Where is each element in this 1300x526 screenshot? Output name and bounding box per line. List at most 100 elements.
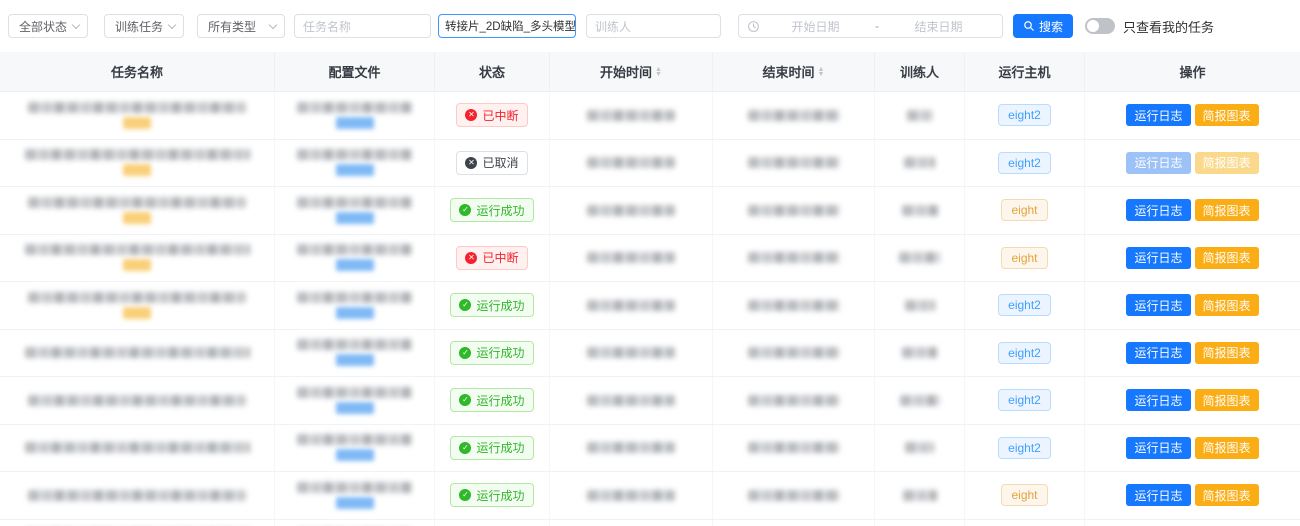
- redacted-config-link: [336, 259, 374, 271]
- trainer-input[interactable]: 训练人: [586, 14, 721, 38]
- run-log-button[interactable]: 运行日志: [1126, 294, 1190, 316]
- column-header-7: 运行主机: [965, 52, 1085, 91]
- report-chart-button[interactable]: 简报图表: [1195, 342, 1259, 364]
- trainer-cell: [875, 472, 965, 519]
- redacted-trainer-name: [903, 490, 937, 501]
- close-circle-icon: ✕: [465, 252, 477, 264]
- host-cell: eight2: [965, 377, 1085, 424]
- redacted-task-name: [25, 442, 250, 453]
- end-time-cell: [713, 377, 875, 424]
- start-time-cell: [550, 472, 713, 519]
- run-log-button[interactable]: 运行日志: [1126, 484, 1190, 506]
- date-range-picker[interactable]: 开始日期 - 结束日期: [738, 14, 1003, 38]
- chevron-down-icon: [269, 20, 277, 28]
- table-row: ✕已中断 eight2 运行日志简报图表: [0, 92, 1300, 140]
- redacted-config-name: [297, 387, 412, 398]
- host-cell: eight2: [965, 330, 1085, 377]
- check-circle-icon: ✓: [459, 442, 471, 454]
- report-chart-button[interactable]: 简报图表: [1195, 199, 1259, 221]
- category-filter-select[interactable]: 所有类型: [197, 14, 285, 38]
- status-badge: ✕已中断: [456, 246, 527, 270]
- table-row: ✓运行成功eight2运行日志简报图表: [0, 330, 1300, 378]
- task-type-filter-select[interactable]: 训练任务: [104, 14, 184, 38]
- run-log-button[interactable]: 运行日志: [1126, 247, 1190, 269]
- run-log-button[interactable]: 运行日志: [1126, 104, 1190, 126]
- redacted-config-name: [297, 292, 412, 303]
- column-header-5[interactable]: 结束时间▲▼: [713, 52, 875, 91]
- redacted-trainer-name: [899, 252, 940, 263]
- table-row: ✓运行成功eight运行日志简报图表: [0, 472, 1300, 520]
- task-type-filter-value: 训练任务: [115, 18, 163, 35]
- status-badge: ✓ 运行成功: [450, 436, 533, 460]
- run-log-button[interactable]: 运行日志: [1126, 437, 1190, 459]
- actions-cell: 运行日志简报图表: [1085, 377, 1300, 424]
- table-row: ✓运行成功eight2运行日志简报图表: [0, 282, 1300, 330]
- redacted-task-name: [28, 197, 246, 208]
- config-file-cell: [275, 282, 435, 329]
- run-log-button[interactable]: 运行日志: [1126, 199, 1190, 221]
- redacted-config-link: [336, 307, 374, 319]
- actions-cell: 运行日志简报图表: [1085, 282, 1300, 329]
- redacted-end-time: [748, 300, 840, 311]
- report-chart-button[interactable]: 简报图表: [1195, 104, 1259, 126]
- config-file-cell: [275, 92, 435, 139]
- config-file-cell: [275, 520, 435, 526]
- start-date-field[interactable]: 开始日期: [760, 18, 871, 35]
- actions-cell: 运行日志简报图表: [1085, 472, 1300, 519]
- task-name-cell: [0, 377, 275, 424]
- task-name-input[interactable]: 任务名称: [294, 14, 431, 38]
- redacted-task-name: [28, 395, 246, 406]
- start-time-cell: [550, 140, 713, 187]
- config-file-cell: [275, 330, 435, 377]
- report-chart-button[interactable]: 简报图表: [1195, 247, 1259, 269]
- end-time-cell: [713, 140, 875, 187]
- config-file-cell: [275, 140, 435, 187]
- redacted-end-time: [748, 442, 840, 453]
- actions-cell: 运行日志简报图表: [1085, 92, 1300, 139]
- start-time-cell: [550, 92, 713, 139]
- run-log-button[interactable]: 运行日志: [1126, 342, 1190, 364]
- status-badge: ✕已中断: [456, 103, 527, 127]
- host-tag: eight2: [998, 389, 1051, 411]
- task-name-cell: [0, 425, 275, 472]
- redacted-config-link: [336, 497, 374, 509]
- search-button[interactable]: 搜索: [1013, 14, 1073, 38]
- host-tag: eight2: [998, 342, 1051, 364]
- report-chart-button[interactable]: 简报图表: [1195, 294, 1259, 316]
- column-header-label: 结束时间: [763, 62, 815, 81]
- status-cell: ✕已中断: [435, 92, 550, 139]
- column-header-4[interactable]: 开始时间▲▼: [550, 52, 713, 91]
- my-tasks-toggle[interactable]: [1085, 18, 1115, 34]
- sort-icon[interactable]: ▲▼: [655, 67, 662, 77]
- host-cell: eight2: [965, 425, 1085, 472]
- task-name-placeholder: 任务名称: [303, 18, 351, 35]
- task-name-cell: [0, 140, 275, 187]
- status-label: 运行成功: [476, 439, 524, 456]
- redacted-task-tag: [123, 164, 151, 176]
- report-chart-button[interactable]: 简报图表: [1195, 389, 1259, 411]
- status-cell: ✓ 运行成功: [435, 425, 550, 472]
- column-header-label: 开始时间: [600, 62, 652, 81]
- run-log-button[interactable]: 运行日志: [1126, 389, 1190, 411]
- end-date-field[interactable]: 结束日期: [883, 18, 994, 35]
- status-cell: ✓运行成功: [435, 187, 550, 234]
- redacted-task-tag: [123, 117, 151, 129]
- task-table: 任务名称配置文件状态开始时间▲▼结束时间▲▼训练人运行主机操作 ✕已中断eigh…: [0, 52, 1300, 526]
- report-chart-button[interactable]: 简报图表: [1195, 484, 1259, 506]
- start-time-cell: [550, 377, 713, 424]
- redacted-config-link: [336, 117, 374, 129]
- host-tag: eight2: [998, 104, 1051, 126]
- trainer-cell: [875, 187, 965, 234]
- redacted-task-name: [28, 102, 246, 113]
- redacted-task-name: [28, 292, 246, 303]
- my-tasks-toggle-label: 只查看我的任务: [1123, 17, 1214, 36]
- status-filter-select[interactable]: 全部状态: [8, 14, 88, 38]
- sort-icon[interactable]: ▲▼: [818, 67, 825, 77]
- host-cell: eight: [965, 520, 1085, 526]
- config-file-cell: [275, 425, 435, 472]
- task-name-cell: [0, 187, 275, 234]
- report-chart-button[interactable]: 简报图表: [1195, 437, 1259, 459]
- redacted-config-name: [297, 339, 412, 350]
- task-query-input[interactable]: 转接片_2D缺陷_多头模型: [438, 14, 576, 38]
- trainer-cell: [875, 235, 965, 282]
